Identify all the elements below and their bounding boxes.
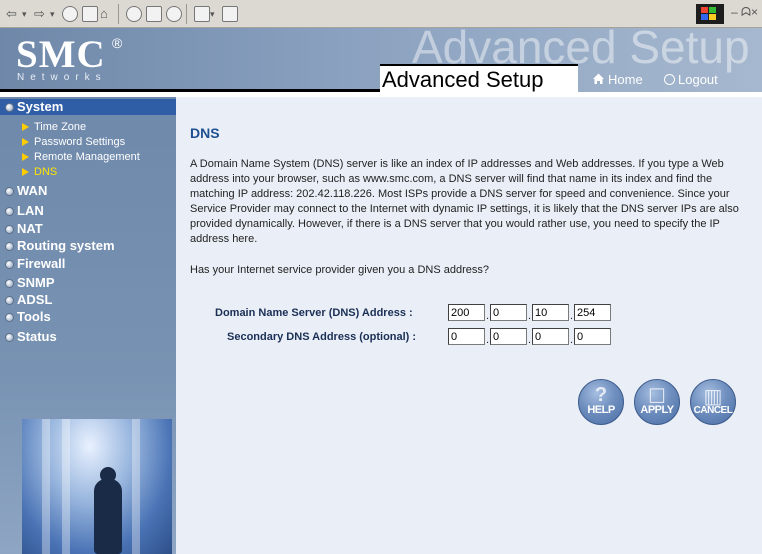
- home-link[interactable]: Home: [608, 72, 643, 87]
- dns-description: A Domain Name System (DNS) server is lik…: [190, 158, 739, 245]
- mail-dropdown-icon[interactable]: ▾: [210, 5, 215, 23]
- bullet-icon: [5, 279, 14, 288]
- secondary-dns-label: Secondary DNS Address (optional) :: [227, 331, 417, 343]
- main-content: DNS A Domain Name System (DNS) server is…: [176, 97, 762, 554]
- triangle-icon: [22, 168, 29, 176]
- refresh-icon[interactable]: [82, 6, 98, 22]
- minimize-icon[interactable]: –: [731, 5, 738, 19]
- search-icon[interactable]: [126, 6, 142, 22]
- sidebar-item-system[interactable]: System: [0, 99, 176, 115]
- home-icon[interactable]: ⌂: [100, 5, 108, 23]
- help-button[interactable]: ? HELP: [578, 379, 624, 425]
- history-icon[interactable]: [166, 6, 182, 22]
- sidebar-item-tools[interactable]: Tools: [5, 309, 51, 325]
- primary-dns-label: Domain Name Server (DNS) Address :: [215, 307, 413, 319]
- primary-dns-octet-3[interactable]: [532, 304, 569, 321]
- windows-logo-icon: [696, 4, 724, 24]
- home-icon[interactable]: [592, 72, 605, 85]
- secondary-dns-octet-4[interactable]: [574, 328, 611, 345]
- stop-icon[interactable]: [62, 6, 78, 22]
- decorative-photo: [22, 419, 172, 554]
- browser-toolbar: ⇦ ▾ ⇨ ▾ ⌂ ▾ – ᗣ ×: [0, 0, 762, 28]
- triangle-icon: [22, 123, 29, 131]
- bullet-icon: [5, 242, 14, 251]
- networks-label: Networks: [17, 72, 107, 83]
- bullet-icon: [5, 103, 14, 112]
- logout-icon[interactable]: [664, 74, 675, 85]
- sidebar-subitem-dns[interactable]: DNS: [22, 165, 57, 179]
- logout-link[interactable]: Logout: [678, 72, 718, 87]
- sidebar-item-nat[interactable]: NAT: [5, 221, 43, 237]
- close-icon[interactable]: ×: [751, 5, 758, 19]
- sidebar-subitem-time-zone[interactable]: Time Zone: [22, 120, 86, 134]
- sidebar-subitem-password-settings[interactable]: Password Settings: [22, 135, 125, 149]
- sidebar-item-lan[interactable]: LAN: [5, 203, 44, 219]
- sidebar-item-snmp[interactable]: SNMP: [5, 275, 55, 291]
- page-title: DNS: [190, 125, 220, 141]
- sidebar-item-routing-system[interactable]: Routing system: [5, 238, 115, 254]
- restore-icon[interactable]: ᗣ: [741, 5, 751, 20]
- bullet-icon: [5, 225, 14, 234]
- bullet-icon: [5, 333, 14, 342]
- sidebar-item-wan[interactable]: WAN: [5, 183, 47, 199]
- back-dropdown-icon[interactable]: ▾: [22, 5, 27, 23]
- primary-dns-octet-1[interactable]: [448, 304, 485, 321]
- back-icon[interactable]: ⇦: [6, 5, 17, 23]
- header-divider: [0, 89, 380, 92]
- forward-dropdown-icon[interactable]: ▾: [50, 5, 55, 23]
- bullet-icon: [5, 207, 14, 216]
- bullet-icon: [5, 187, 14, 196]
- print-icon[interactable]: [222, 6, 238, 22]
- primary-dns-octet-2[interactable]: [490, 304, 527, 321]
- title-box: Advanced Setup: [380, 64, 578, 92]
- bullet-icon: [5, 260, 14, 269]
- secondary-dns-octet-2[interactable]: [490, 328, 527, 345]
- mail-icon[interactable]: [194, 6, 210, 22]
- cancel-button[interactable]: ▥ CANCEL: [690, 379, 736, 425]
- sidebar-subitem-remote-management[interactable]: Remote Management: [22, 150, 140, 164]
- dns-question: Has your Internet service provider given…: [190, 264, 489, 276]
- header-banner: Advanced Setup SMC ® Networks Advanced S…: [0, 28, 762, 92]
- favorites-icon[interactable]: [146, 6, 162, 22]
- triangle-icon: [22, 138, 29, 146]
- secondary-dns-octet-1[interactable]: [448, 328, 485, 345]
- forward-icon[interactable]: ⇨: [34, 5, 45, 23]
- apply-button[interactable]: ☐ APPLY: [634, 379, 680, 425]
- sidebar: System Time Zone Password Settings Remot…: [0, 97, 176, 554]
- page-header-title: Advanced Setup: [382, 67, 544, 92]
- sidebar-item-status[interactable]: Status: [5, 329, 57, 345]
- secondary-dns-octet-3[interactable]: [532, 328, 569, 345]
- registered-mark: ®: [112, 35, 123, 51]
- sidebar-item-firewall[interactable]: Firewall: [5, 256, 65, 272]
- triangle-icon: [22, 153, 29, 161]
- sidebar-item-adsl[interactable]: ADSL: [5, 292, 52, 308]
- bullet-icon: [5, 313, 14, 322]
- primary-dns-octet-4[interactable]: [574, 304, 611, 321]
- bullet-icon: [5, 296, 14, 305]
- smc-logo: SMC: [16, 33, 106, 76]
